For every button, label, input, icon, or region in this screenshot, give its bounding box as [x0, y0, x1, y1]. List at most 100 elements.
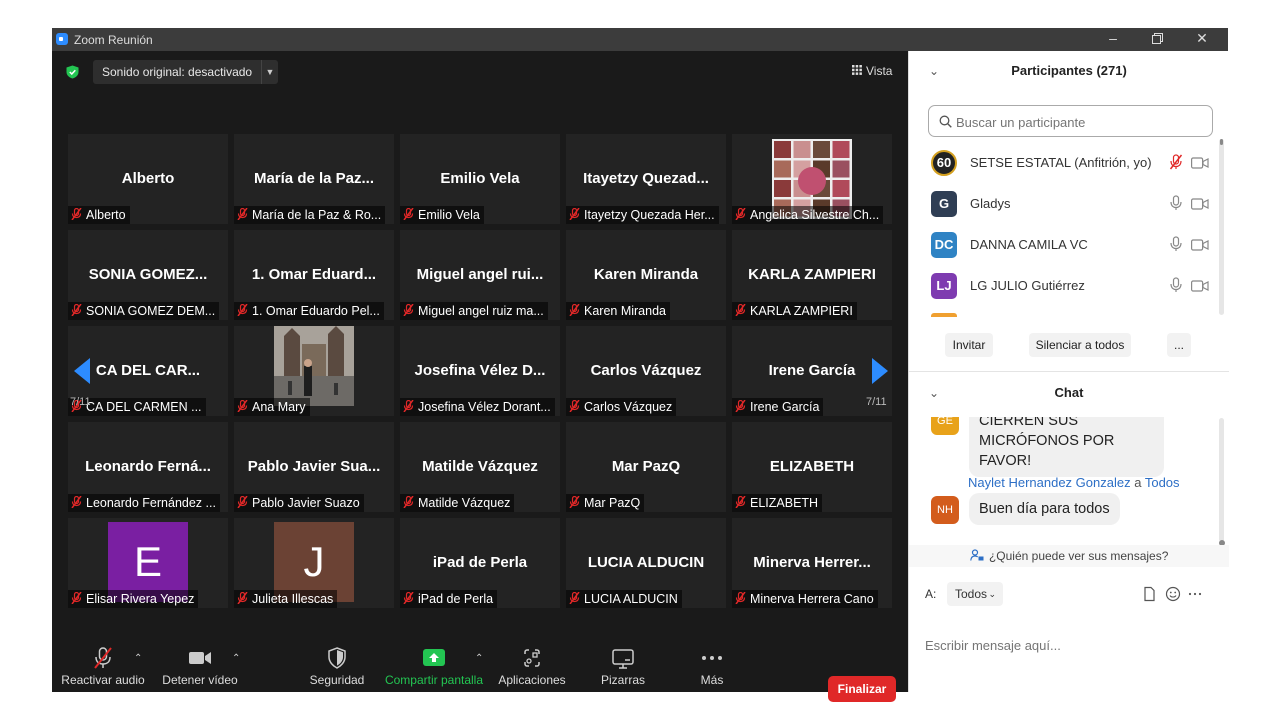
microphone-icon[interactable]: [1169, 195, 1183, 211]
zoom-logo-icon: [56, 33, 68, 45]
apps-button[interactable]: Aplicaciones: [494, 631, 570, 692]
video-tile[interactable]: KARLA ZAMPIERI KARLA ZAMPIERI: [732, 230, 892, 320]
participant-name-text: LUCIA ALDUCIN: [584, 592, 678, 606]
participants-more-button[interactable]: ...: [1167, 333, 1191, 357]
emoji-icon[interactable]: [1165, 586, 1181, 602]
more-label: Más: [700, 673, 724, 687]
video-tile[interactable]: Minerva Herrer... Minerva Herrera Cano: [732, 518, 892, 608]
file-icon[interactable]: [1141, 586, 1157, 602]
video-tile[interactable]: Miguel angel rui... Miguel angel ruiz ma.…: [400, 230, 560, 320]
participant-name-text: Josefina Vélez Dorant...: [418, 400, 551, 414]
participant-list-scrollbar[interactable]: [1219, 139, 1224, 315]
video-tile[interactable]: LUCIA ALDUCIN LUCIA ALDUCIN: [566, 518, 726, 608]
video-tile[interactable]: Matilde Vázquez Matilde Vázquez: [400, 422, 560, 512]
share-options-caret-icon[interactable]: ⌃: [475, 653, 483, 664]
share-screen-label: Compartir pantalla: [384, 673, 484, 687]
participant-name-label: LUCIA ALDUCIN: [566, 590, 682, 608]
video-tile[interactable]: Emilio Vela Emilio Vela: [400, 134, 560, 224]
chat-messages: GE CIERREN SUS MICRÓFONOS POR FAVOR! Nay…: [909, 417, 1229, 543]
participant-display-name: María de la Paz...: [253, 170, 375, 187]
participant-row[interactable]: LJ LG JULIO Gutiérrez: [909, 265, 1219, 306]
participant-name-text: Angelica Silvestre Ch...: [750, 208, 880, 222]
more-options-icon[interactable]: [1187, 586, 1203, 602]
video-camera-icon: [189, 652, 211, 664]
chat-sender-name[interactable]: Naylet Hernandez Gonzalez: [968, 475, 1131, 490]
more-dots-icon: [702, 656, 722, 660]
video-tile[interactable]: Mar PazQ Mar PazQ: [566, 422, 726, 512]
video-camera-icon[interactable]: [1191, 197, 1209, 210]
previous-page-arrow-icon[interactable]: [70, 356, 94, 386]
collapse-participants-chevron-icon[interactable]: ⌄: [929, 51, 939, 91]
audio-options-caret-icon[interactable]: ⌃: [134, 653, 142, 664]
chat-recipient[interactable]: Todos: [1145, 475, 1180, 490]
participant-display-name: Itayetzy Quezad...: [583, 170, 709, 187]
encryption-shield-icon[interactable]: [66, 65, 79, 79]
participant-search-input[interactable]: [956, 112, 1196, 132]
more-button[interactable]: Más: [682, 631, 742, 692]
video-tile[interactable]: SONIA GOMEZ... SONIA GOMEZ DEM...: [68, 230, 228, 320]
video-camera-icon[interactable]: [1191, 156, 1209, 169]
participant-row[interactable]: G Gladys: [909, 183, 1219, 224]
chat-scrollbar[interactable]: [1219, 418, 1225, 546]
video-tile[interactable]: Alberto Alberto: [68, 134, 228, 224]
chat-message-input[interactable]: [925, 635, 1215, 655]
participant-name-text: 1. Omar Eduardo Pel...: [252, 304, 380, 318]
share-screen-button[interactable]: Compartir pantalla: [382, 631, 486, 692]
minimize-icon[interactable]: –: [1103, 30, 1123, 48]
muted-microphone-icon: [403, 495, 414, 509]
restore-icon[interactable]: [1147, 30, 1167, 48]
participant-name: LG JULIO Gutiérrez: [970, 278, 1085, 293]
chat-sender-line: Naylet Hernandez Gonzalez a Todos: [968, 475, 1180, 490]
participant-name-label: Alberto: [68, 206, 130, 224]
video-tile[interactable]: J Julieta Illescas: [234, 518, 394, 608]
participant-search[interactable]: [928, 105, 1213, 137]
participant-name-text: María de la Paz & Ro...: [252, 208, 382, 222]
video-tile[interactable]: Karen Miranda Karen Miranda: [566, 230, 726, 320]
next-page-arrow-icon[interactable]: [868, 356, 892, 386]
video-tile[interactable]: Carlos Vázquez Carlos Vázquez: [566, 326, 726, 416]
video-options-caret-icon[interactable]: ⌃: [232, 653, 240, 664]
security-button[interactable]: Seguridad: [302, 631, 372, 692]
person-lock-icon: [969, 549, 984, 561]
video-tile[interactable]: Angelica Silvestre Ch...: [732, 134, 892, 224]
chat-message-bubble[interactable]: Buen día para todos: [969, 493, 1120, 525]
close-icon[interactable]: ✕: [1192, 30, 1212, 48]
video-tile[interactable]: E Elisar Rivera Yepez: [68, 518, 228, 608]
muted-microphone-icon[interactable]: [1169, 154, 1183, 170]
video-tile[interactable]: ELIZABETH ELIZABETH: [732, 422, 892, 512]
microphone-icon[interactable]: [1169, 236, 1183, 252]
video-tile[interactable]: Leonardo Ferná... Leonardo Fernández ...: [68, 422, 228, 512]
recipient-select[interactable]: Todos ⌄: [947, 582, 1003, 606]
video-camera-icon[interactable]: [1191, 238, 1209, 251]
participant-name-label: Karen Miranda: [566, 302, 670, 320]
participant-name-label: SONIA GOMEZ DEM...: [68, 302, 220, 320]
video-tile[interactable]: Josefina Vélez D... Josefina Vélez Dorant…: [400, 326, 560, 416]
participant-row[interactable]: 60 SETSE ESTATAL (Anfitrión, yo): [909, 142, 1219, 183]
video-tile[interactable]: Pablo Javier Sua... Pablo Javier Suazo: [234, 422, 394, 512]
video-tile[interactable]: María de la Paz... María de la Paz & Ro..…: [234, 134, 394, 224]
participant-name-text: Alberto: [86, 208, 126, 222]
who-can-see-notice[interactable]: ¿Quién puede ver sus mensajes?: [909, 545, 1229, 567]
participant-name: SETSE ESTATAL (Anfitrión, yo): [970, 155, 1152, 170]
view-button[interactable]: Vista: [846, 59, 902, 83]
video-tile[interactable]: Itayetzy Quezad... Itayetzy Quezada Her..…: [566, 134, 726, 224]
microphone-icon[interactable]: [1169, 277, 1183, 293]
video-tile[interactable]: 1. Omar Eduard... 1. Omar Eduardo Pel...: [234, 230, 394, 320]
video-tile[interactable]: iPad de Perla iPad de Perla: [400, 518, 560, 608]
original-sound-toggle[interactable]: Sonido original: desactivado ▼: [93, 60, 278, 84]
invite-button[interactable]: Invitar: [945, 333, 993, 357]
mute-all-button[interactable]: Silenciar a todos: [1029, 333, 1131, 357]
participant-name-label: Miguel angel ruiz ma...: [400, 302, 548, 320]
muted-microphone-icon: [71, 591, 82, 605]
window-title: Zoom Reunión: [74, 33, 153, 47]
participant-row[interactable]: DC DANNA CAMILA VC: [909, 224, 1219, 265]
video-camera-icon[interactable]: [1191, 279, 1209, 292]
end-meeting-button[interactable]: Finalizar: [828, 676, 896, 702]
whiteboard-button[interactable]: Pizarras: [588, 631, 658, 692]
collapse-chat-chevron-icon[interactable]: ⌄: [929, 373, 939, 413]
chevron-down-icon[interactable]: ▼: [261, 60, 278, 84]
chat-message-bubble[interactable]: CIERREN SUS MICRÓFONOS POR FAVOR!: [969, 417, 1164, 477]
video-tile[interactable]: Ana Mary: [234, 326, 394, 416]
whiteboard-label: Pizarras: [600, 673, 645, 687]
participant-name-text: Carlos Vázquez: [584, 400, 673, 414]
